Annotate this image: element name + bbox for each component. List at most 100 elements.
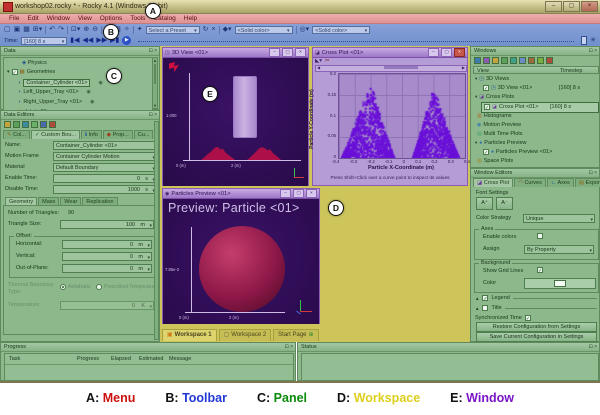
delete-preset-icon[interactable]: × — [212, 25, 216, 35]
legend-section-row[interactable]: ▲ Legend — [475, 295, 597, 301]
tree-item-right-tray[interactable]: ◗ Right_Upper_Tray <01> ◉ — [18, 99, 95, 105]
dock-icon[interactable]: ⊡ — [588, 48, 592, 54]
data-editors-title[interactable]: Data Editors ⊡ × — [1, 111, 159, 120]
dock-icon[interactable]: ⊡ — [148, 48, 152, 54]
close-window-icon[interactable]: × — [454, 48, 465, 57]
name-field[interactable]: Container_Cylinder <01> — [53, 141, 157, 150]
row-motion-preview[interactable]: ◉Motion Preview — [477, 122, 521, 128]
plot-h-scrollbar[interactable]: ◀ ▶ — [315, 65, 467, 72]
first-timestep-icon[interactable]: ▮◀ — [70, 36, 79, 46]
new-3d-view-icon[interactable] — [474, 57, 481, 64]
dock-icon[interactable]: ⊡ — [588, 344, 592, 350]
new-particles-preview-icon[interactable] — [519, 57, 526, 64]
fit-view-icon[interactable]: ⊡▾ — [71, 25, 80, 35]
zoom-out-icon[interactable]: ⊖ — [92, 25, 98, 35]
time-slider-handle[interactable] — [581, 36, 587, 45]
checkbox[interactable] — [483, 149, 489, 155]
new-histogram-icon[interactable] — [492, 57, 499, 64]
tree-item-left-tray[interactable]: ◗ Left_Upper_Tray <01> ◉ — [18, 89, 91, 95]
disable-time-field[interactable]: 1000s▾ — [53, 185, 157, 194]
row-cross-plot-01-selected[interactable]: ◪ Cross Plot <01> [160] 8 s — [481, 102, 599, 113]
duplicate-window-icon[interactable] — [537, 57, 544, 64]
minimize-window-icon[interactable]: ‒ — [269, 48, 280, 57]
visibility-icon[interactable]: ◉ — [98, 80, 102, 86]
maximize-window-icon[interactable]: ▢ — [293, 189, 304, 198]
import-geometry-icon[interactable] — [22, 121, 29, 128]
curve-style-icon[interactable]: ◣▾ — [315, 58, 322, 64]
title-bar[interactable]: workshop02.rocky * - Rocky 4.1 (Windows … — [0, 0, 600, 14]
tab-custom-boundary[interactable]: ✓ Custom Bou... — [31, 130, 80, 139]
menu-options[interactable]: Options — [96, 15, 126, 22]
tree-item-physics[interactable]: ◈ Physics — [22, 60, 47, 66]
preview-scene[interactable]: Preview: Particle <01> 7.85e-2 0 (m) 2 (… — [163, 199, 319, 324]
tab-curves[interactable]: ◠ Curves — [514, 178, 546, 187]
expander-icon[interactable]: ▾ — [7, 69, 10, 75]
particles-preview-titlebar[interactable]: ◉ Particles Preview <01> ‒ ▢ × — [163, 189, 319, 199]
out-of-plane-field[interactable]: 0m▾ — [62, 264, 152, 273]
status-panel-title[interactable]: Status ⊡ × — [298, 343, 599, 352]
tab-workspace-2[interactable]: ▢Workspace 2 — [219, 329, 272, 341]
tab-start-page[interactable]: Start Page⊕ — [273, 329, 318, 341]
cross-plot-titlebar[interactable]: ◪ Cross Plot <01> ‒ ▢ × — [313, 48, 467, 58]
vertical-field[interactable]: 0m▾ — [62, 252, 152, 261]
progress-panel-title[interactable]: Progress ⊡ × — [1, 343, 295, 352]
clear-plot-icon[interactable]: ✂ — [325, 58, 330, 64]
window-editors-title[interactable]: Window Editors ⊡ × — [471, 169, 599, 178]
clip-flag-icon[interactable] — [169, 62, 179, 72]
row-particles-preview[interactable]: ▾●Particles Preview — [475, 140, 526, 146]
dock-icon[interactable]: ⊡ — [284, 344, 288, 350]
slider-options-icon[interactable]: ✳ — [590, 36, 596, 46]
row-particles-preview-01[interactable]: ●Particles Preview <01> — [483, 149, 552, 155]
motion-frame-icon[interactable] — [4, 121, 11, 128]
close-window-icon[interactable]: × — [295, 48, 306, 57]
color-strategy-combo[interactable]: Unique▾ — [523, 214, 595, 223]
close-panel-icon[interactable]: × — [594, 344, 597, 350]
close-panel-icon[interactable]: × — [154, 48, 157, 54]
new-file-icon[interactable]: ▢ — [4, 25, 11, 35]
assign-material-icon[interactable] — [13, 121, 20, 128]
synchronized-time-checkbox[interactable] — [525, 315, 531, 321]
maximize-window-icon[interactable]: ▢ — [441, 48, 452, 57]
save-configuration-button[interactable]: Save Current Configuration in Settings — [476, 332, 597, 342]
undo-icon[interactable]: ↶ — [49, 25, 55, 35]
tab-curves[interactable]: Cu... — [134, 130, 154, 139]
close-button[interactable]: × — [581, 1, 598, 12]
close-panel-icon[interactable]: × — [154, 112, 157, 118]
plot-area[interactable] — [338, 73, 466, 159]
assign-combo[interactable]: By Property▾ — [524, 245, 594, 254]
menu-file[interactable]: File — [5, 15, 23, 22]
minimize-button[interactable]: ‒ — [545, 1, 562, 12]
tab-axes[interactable]: ∟ Axes — [547, 178, 574, 187]
close-panel-icon[interactable]: × — [290, 344, 293, 350]
font-increase-button[interactable]: A⁺ — [476, 197, 493, 210]
play-icon[interactable]: ▶ — [122, 36, 131, 45]
row-space-plots[interactable]: ▧Space Plots — [477, 158, 513, 164]
menu-view[interactable]: View — [74, 15, 96, 22]
data-panel-title[interactable]: Data ⊡ × — [1, 47, 159, 56]
previous-timestep-icon[interactable]: ◀◀ — [83, 36, 94, 46]
row-3d-view-01[interactable]: ◳3D View <01>[160] 8 s — [483, 85, 532, 91]
legend-checkbox[interactable] — [482, 295, 488, 301]
row-3d-views[interactable]: ▾◳3D Views — [475, 76, 509, 82]
redo-icon[interactable]: ↷ — [58, 25, 64, 35]
close-window-icon[interactable]: × — [306, 189, 317, 198]
fill-color-icon[interactable]: ◆▾ — [223, 25, 232, 35]
title-section-row[interactable]: ▲ Title — [475, 305, 597, 311]
tab-cross-plot[interactable]: ◪ Cross Plot — [473, 178, 513, 187]
measure-icon[interactable]: ✧ — [124, 25, 130, 35]
time-slider-track[interactable] — [138, 40, 574, 42]
visibility-icon[interactable]: ◉ — [86, 89, 90, 95]
font-decrease-button[interactable]: A⁻ — [496, 197, 513, 210]
solid-color-combo-1[interactable]: <Solid color>▾ — [235, 26, 293, 34]
adiabatic-radio[interactable]: Adiabatic — [60, 284, 91, 290]
refresh-icon[interactable] — [40, 121, 47, 128]
checkbox[interactable] — [483, 85, 489, 91]
maximize-window-icon[interactable]: ▢ — [282, 48, 293, 57]
dock-icon[interactable]: ⊡ — [588, 170, 592, 176]
close-panel-icon[interactable]: × — [594, 48, 597, 54]
row-histograms[interactable]: ▥Histograms — [477, 113, 512, 119]
menu-help[interactable]: Help — [180, 15, 201, 22]
enable-colors-checkbox[interactable] — [537, 233, 543, 239]
grid-lines-checkbox[interactable] — [537, 267, 543, 273]
save-icon[interactable]: ▦ — [23, 25, 30, 35]
